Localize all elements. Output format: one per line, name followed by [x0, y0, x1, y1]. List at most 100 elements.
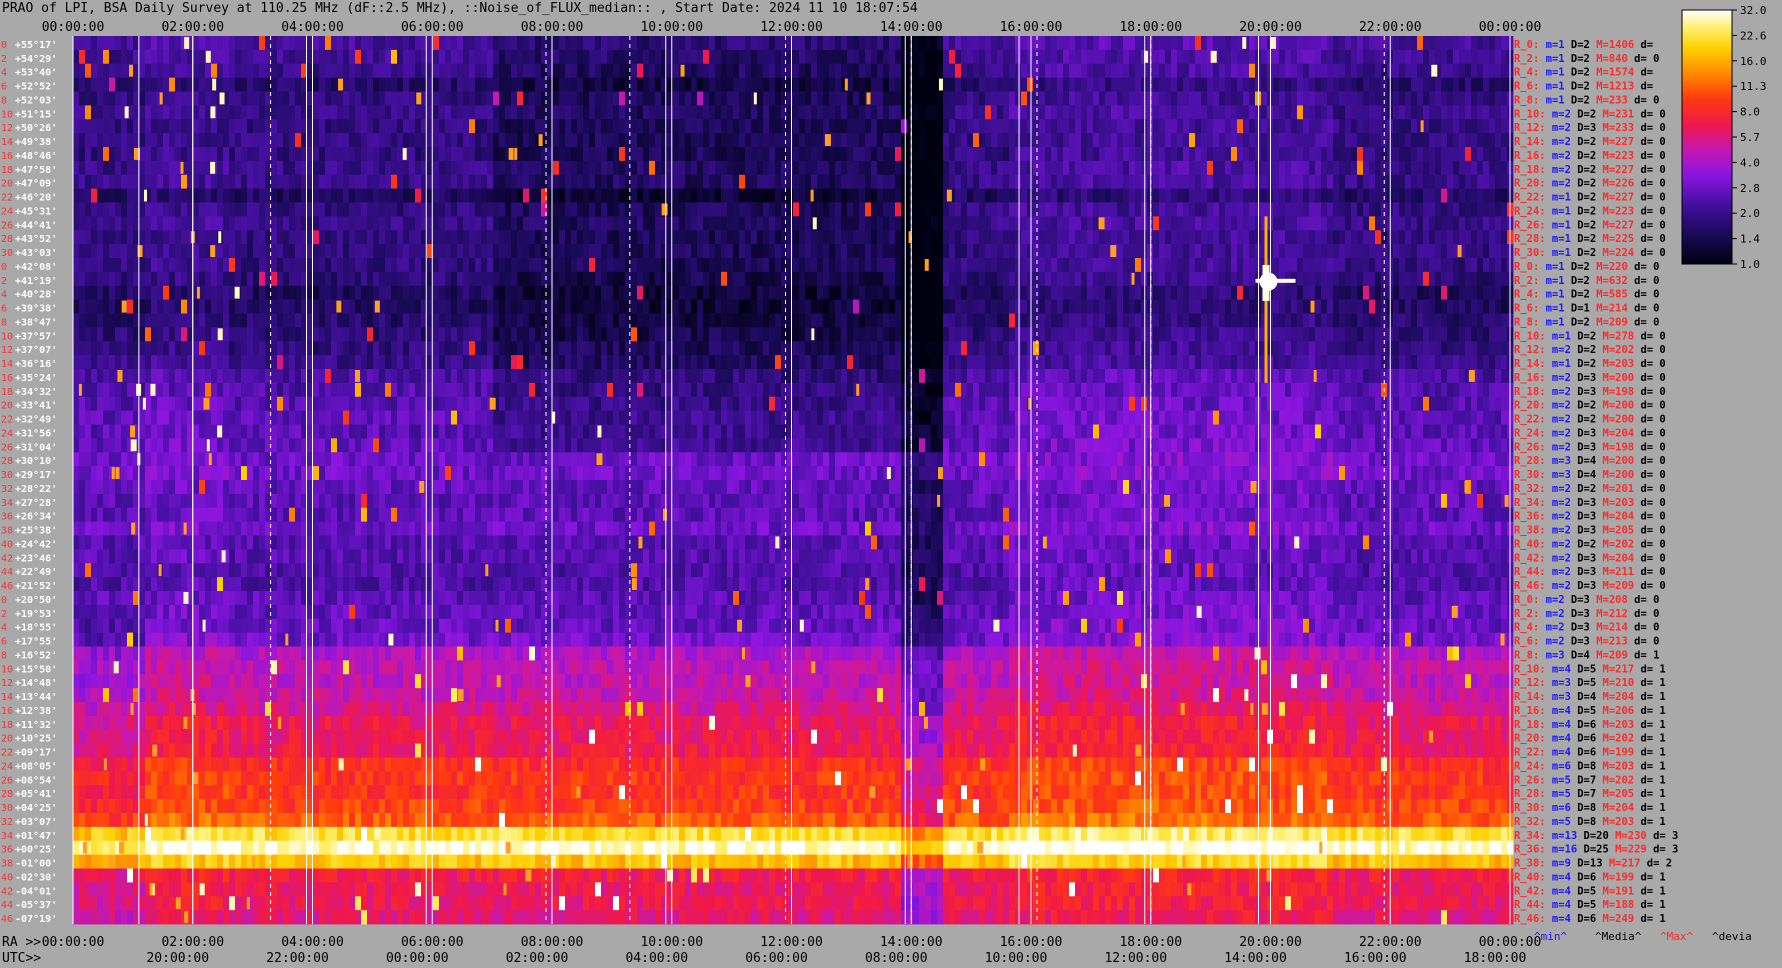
heatmap-cell: [1081, 244, 1088, 259]
heatmap-cell: [199, 36, 206, 51]
heatmap-cell: [1051, 160, 1058, 176]
heatmap-cell: [571, 105, 578, 120]
heatmap-cell: [103, 160, 110, 176]
heatmap-cell: [1123, 105, 1130, 120]
heatmap-cell: [463, 216, 470, 231]
heatmap-cell: [673, 91, 680, 106]
heatmap-cell: [781, 285, 788, 301]
heatmap-cell: [1495, 216, 1502, 231]
heatmap-cell: [1405, 202, 1412, 217]
heatmap-cell: [805, 63, 812, 79]
heatmap-cell: [229, 188, 236, 203]
heatmap-cell: [949, 216, 956, 231]
heatmap-cell: [1363, 36, 1370, 51]
heatmap-cell: [643, 105, 650, 120]
heatmap-cell: [1141, 271, 1148, 287]
heatmap-cell: [1189, 36, 1196, 51]
heatmap-cell: [127, 77, 134, 92]
heatmap-cell: [703, 202, 710, 217]
heatmap-cell: [1141, 91, 1148, 106]
heatmap-cell: [1453, 188, 1460, 203]
heatmap-cell: [991, 188, 998, 203]
heatmap-cell: [235, 258, 242, 273]
heatmap-cell: [1459, 188, 1466, 203]
heatmap-cell: [889, 216, 896, 231]
heatmap-cell: [355, 258, 362, 273]
heatmap-cell: [961, 202, 968, 217]
heatmap-cell: [1213, 147, 1220, 162]
heatmap-cell: [823, 77, 830, 92]
heatmap-cell: [1351, 230, 1358, 245]
heatmap-cell: [577, 105, 584, 120]
heatmap-cell: [1285, 105, 1292, 120]
heatmap-cell: [811, 63, 818, 79]
heatmap-cell: [241, 63, 248, 79]
heatmap-cell: [1177, 147, 1184, 162]
heatmap-cell: [685, 258, 692, 273]
heatmap-cell: [91, 299, 98, 314]
heatmap-cell: [1129, 63, 1136, 79]
heatmap-cell: [241, 258, 248, 273]
heatmap-cell: [1009, 216, 1016, 231]
heatmap-cell: [853, 216, 860, 231]
heatmap-cell: [799, 313, 806, 328]
heatmap-cell: [277, 105, 284, 120]
heatmap-cell: [163, 188, 170, 203]
heatmap-cell: [505, 174, 512, 190]
heatmap-cell: [229, 230, 236, 245]
heatmap-cell: [319, 147, 326, 162]
heatmap-cell: [673, 119, 680, 134]
heatmap-cell: [1411, 49, 1418, 65]
heatmap-cell: [1135, 230, 1142, 245]
heatmap-cell: [967, 299, 974, 314]
heatmap-cell: [1249, 258, 1256, 273]
heatmap-cell: [1045, 119, 1052, 134]
heatmap-cell: [673, 244, 680, 259]
heatmap-cell: [1309, 63, 1316, 79]
heatmap-cell: [1465, 230, 1472, 245]
heatmap-cell: [481, 202, 488, 217]
heatmap-cell: [1033, 188, 1040, 203]
heatmap-cell: [115, 49, 122, 65]
heatmap-cell: [691, 49, 698, 65]
heatmap-cell: [253, 133, 260, 148]
heatmap-cell: [763, 216, 770, 231]
heatmap-cell: [697, 216, 704, 231]
heatmap-cell: [283, 91, 290, 106]
heatmap-cell: [979, 258, 986, 273]
heatmap-cell: [553, 105, 560, 120]
heatmap-cell: [457, 36, 464, 51]
heatmap-cell: [295, 188, 302, 203]
heatmap-cell: [169, 133, 176, 148]
heatmap-cell: [175, 258, 182, 273]
heatmap-cell: [1501, 147, 1508, 162]
heatmap-cell: [577, 285, 584, 301]
heatmap-cell: [1075, 160, 1082, 176]
heatmap-cell: [283, 133, 290, 148]
heatmap-cell: [1141, 77, 1148, 92]
heatmap-cell: [997, 49, 1004, 65]
heatmap-cell: [121, 174, 128, 190]
heatmap-cell: [811, 174, 818, 190]
heatmap-cell: [1495, 230, 1502, 245]
heatmap-cell: [961, 77, 968, 92]
heatmap-cell: [745, 299, 752, 314]
heatmap-cell: [1471, 202, 1478, 217]
heatmap-cell: [391, 105, 398, 120]
heatmap-cell: [709, 230, 716, 245]
heatmap-cell: [715, 105, 722, 120]
heatmap-cell: [1045, 36, 1052, 51]
heatmap-cell: [559, 49, 566, 65]
heatmap-cell: [1153, 105, 1160, 120]
heatmap-cell: [823, 174, 830, 190]
heatmap-cell: [193, 91, 200, 106]
heatmap-cell: [769, 91, 776, 106]
heatmap-cell: [781, 133, 788, 148]
heatmap-cell: [1057, 258, 1064, 273]
heatmap-cell: [751, 244, 758, 259]
heatmap-cell: [805, 188, 812, 203]
heatmap-cell: [919, 147, 926, 162]
heatmap-cell: [787, 299, 794, 314]
heatmap-cell: [157, 49, 164, 65]
heatmap-cell: [475, 299, 482, 314]
